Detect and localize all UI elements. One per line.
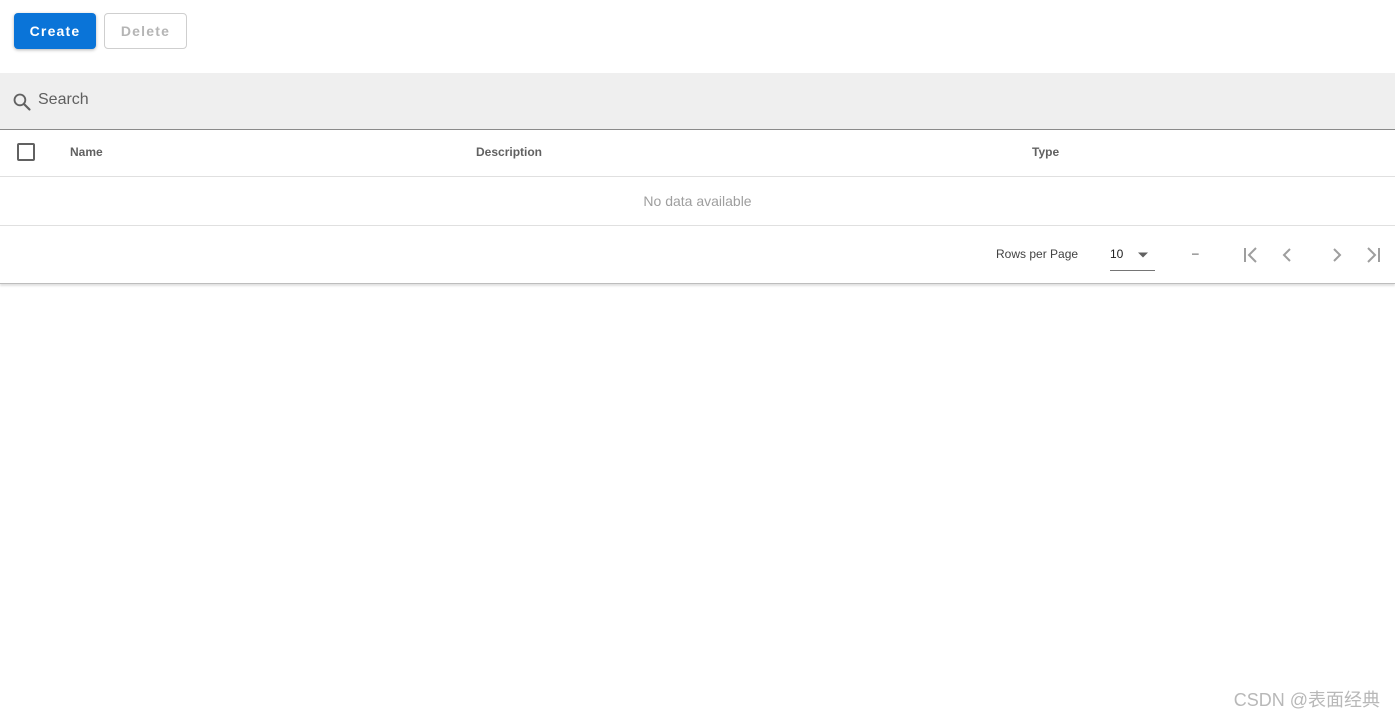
search-input[interactable]	[38, 87, 638, 113]
toolbar: Create Delete	[0, 0, 1395, 73]
rows-per-page-label: Rows per Page	[996, 247, 1079, 261]
first-page-icon[interactable]	[1239, 243, 1263, 267]
column-header-name[interactable]: Name	[70, 145, 103, 159]
dropdown-arrow-icon	[1138, 252, 1148, 258]
column-header-type[interactable]: Type	[1032, 145, 1059, 159]
column-header-description[interactable]: Description	[476, 145, 542, 159]
create-button[interactable]: Create	[14, 13, 96, 49]
page: Create Delete Name Description Type No d…	[0, 0, 1395, 716]
empty-state-text: No data available	[643, 193, 752, 209]
select-all-checkbox[interactable]	[17, 143, 35, 161]
watermark: CSDN @表面经典	[1233, 690, 1380, 710]
last-page-icon[interactable]	[1361, 243, 1385, 267]
delete-button[interactable]: Delete	[104, 13, 187, 49]
next-page-icon[interactable]	[1325, 243, 1349, 267]
empty-state-row: No data available	[0, 177, 1395, 226]
rows-per-page-value: 10	[1110, 247, 1124, 261]
search-icon	[13, 93, 31, 111]
previous-page-icon[interactable]	[1275, 243, 1299, 267]
rows-per-page-select[interactable]: 10	[1110, 240, 1155, 271]
page-range-text: –	[1192, 246, 1199, 260]
table-header: Name Description Type	[0, 130, 1395, 177]
search-bar	[0, 73, 1395, 130]
pagination-footer: Rows per Page 10 –	[0, 226, 1395, 284]
